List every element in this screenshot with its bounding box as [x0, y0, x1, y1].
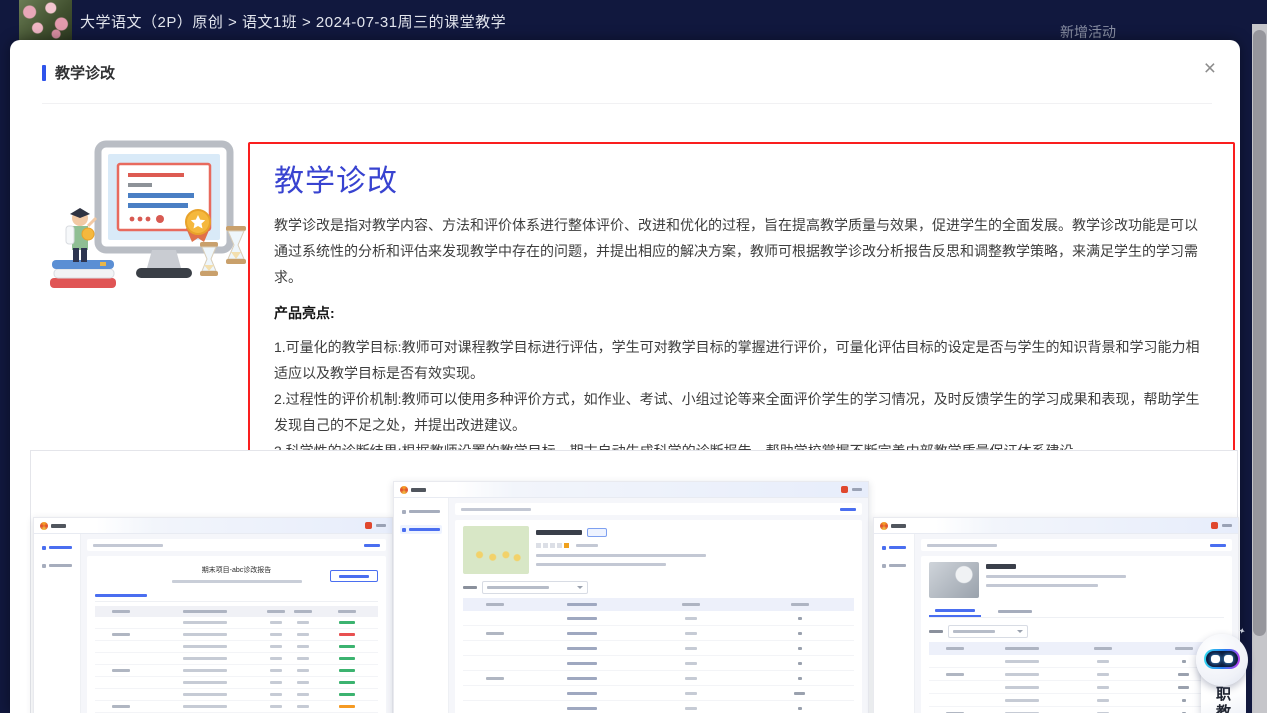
- top-navbar: 大学语文（2P）原创 > 语文1班 > 2024-07-31周三的课堂教学 新增…: [0, 0, 1267, 40]
- screenshot-thumbnail-report[interactable]: 期末项目-abc诊改报告: [33, 517, 393, 713]
- mini-detail-card: [921, 556, 1232, 713]
- mini-sidebar: [874, 534, 915, 713]
- mini-logo-icon: [880, 522, 888, 530]
- mini-tabs: [929, 605, 1224, 618]
- mini-topbar: [34, 518, 392, 534]
- mini-photo: [929, 562, 979, 598]
- screenshot-gallery: 期末项目-abc诊改报告: [30, 450, 1238, 713]
- highlights-label: 产品亮点:: [274, 303, 1209, 323]
- mini-table: [929, 642, 1224, 713]
- mini-avatar: [365, 522, 372, 529]
- mini-table-row: [929, 694, 1224, 707]
- feature-paragraph: 教学诊改是指对教学内容、方法和评价体系进行整体评价、改进和优化的过程，旨在提高教…: [274, 212, 1209, 290]
- mini-table-row: [463, 656, 854, 671]
- mini-table-row: [95, 689, 378, 701]
- mini-term-select: [929, 625, 1224, 638]
- mini-breadcrumb: [921, 539, 1232, 551]
- dialog-title: 教学诊改: [55, 62, 115, 83]
- mini-table-row: [95, 665, 378, 677]
- mini-topbar: [874, 518, 1238, 534]
- feature-description-panel: 教学诊改 教学诊改是指对教学内容、方法和评价体系进行整体评价、改进和优化的过程，…: [248, 142, 1235, 478]
- feature-heading: 教学诊改: [274, 156, 1209, 200]
- mini-avatar: [1211, 522, 1218, 529]
- mini-table-row: [95, 653, 378, 665]
- title-accent-bar: [42, 65, 46, 81]
- mini-table-row: [929, 655, 1224, 668]
- assistant-label: 职教: [1215, 686, 1232, 713]
- teaching-diagnosis-dialog: 教学诊改 ×: [10, 40, 1240, 713]
- mini-table-row: [95, 677, 378, 689]
- screenshot-thumbnail-course[interactable]: [393, 481, 869, 713]
- mini-table-row: [929, 681, 1224, 694]
- mini-table-row: [929, 707, 1224, 713]
- mini-table-row: [95, 617, 378, 629]
- mini-topbar: [394, 482, 868, 498]
- sparkle-icon: ✦: [1237, 625, 1247, 638]
- mini-sidebar: [34, 534, 81, 713]
- course-cover-image: [19, 0, 72, 40]
- mini-table-row: [463, 671, 854, 686]
- mini-breadcrumb: [455, 503, 862, 515]
- close-icon[interactable]: ×: [1204, 58, 1216, 79]
- app-screen: 大学语文（2P）原创 > 语文1班 > 2024-07-31周三的课堂教学 新增…: [0, 0, 1267, 713]
- mini-course-card: [455, 520, 862, 713]
- mini-download-button: [330, 570, 378, 582]
- teaching-illustration: [40, 130, 246, 294]
- mini-table-row: [463, 701, 854, 713]
- mini-logo-icon: [40, 522, 48, 530]
- mini-term-select: [463, 581, 854, 594]
- highlights-list: 1.可量化的教学目标:教师可对课程教学目标进行评估，学生可对教学目标的掌握进行评…: [274, 334, 1209, 464]
- header-divider: [42, 103, 1212, 104]
- dialog-header: 教学诊改 ×: [10, 40, 1240, 104]
- mini-table-row: [463, 626, 854, 641]
- mini-avatar: [841, 486, 848, 493]
- assistant-robot-icon[interactable]: [1196, 634, 1248, 686]
- mini-sidebar: [394, 498, 449, 713]
- mini-table-row: [95, 629, 378, 641]
- mini-breadcrumb: [87, 539, 386, 551]
- mini-table: [95, 606, 378, 713]
- mini-report-card: 期末项目-abc诊改报告: [87, 556, 386, 713]
- chevron-down-icon: [577, 586, 583, 589]
- mini-table-row: [463, 611, 854, 626]
- mini-course-cover: [463, 526, 529, 574]
- page-scrollbar-thumb[interactable]: [1253, 30, 1266, 636]
- mini-table-row: [95, 701, 378, 713]
- highlight-item: 2.过程性的评价机制:教师可以使用多种评价方式，如作业、考试、小组过论等来全面评…: [274, 386, 1209, 438]
- screenshot-thumbnail-detail[interactable]: [873, 517, 1239, 713]
- mini-logo-icon: [400, 486, 408, 494]
- new-activity-button[interactable]: 新增活动: [1060, 22, 1116, 42]
- mini-table-row: [95, 641, 378, 653]
- highlight-item: 1.可量化的教学目标:教师可对课程教学目标进行评估，学生可对教学目标的掌握进行评…: [274, 334, 1209, 386]
- mini-table-row: [463, 641, 854, 656]
- mini-table: [463, 598, 854, 713]
- mini-table-row: [463, 686, 854, 701]
- chevron-down-icon: [1017, 630, 1023, 633]
- mini-table-row: [929, 668, 1224, 681]
- breadcrumb[interactable]: 大学语文（2P）原创 > 语文1班 > 2024-07-31周三的课堂教学: [80, 11, 506, 32]
